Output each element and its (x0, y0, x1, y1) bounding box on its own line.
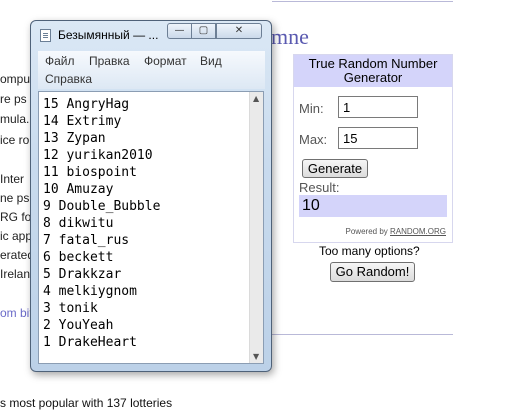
text-line: 9 Double_Bubble (43, 199, 161, 214)
notepad-window: Безымянный — ... — ▢ ✕ Файл Правка Форма… (30, 20, 272, 372)
min-label: Min: (299, 101, 324, 116)
page-bottom-text: s most popular with 137 lotteries (0, 396, 173, 410)
vertical-scrollbar[interactable]: ▲ ▼ (249, 92, 263, 363)
result-value: 10 (299, 195, 447, 217)
random-number-widget: True Random Number Generator Min: Max: G… (293, 54, 453, 243)
menu-view[interactable]: Вид (200, 54, 222, 68)
page-text-fragment: Inter (0, 172, 25, 186)
page-divider-top (272, 1, 453, 2)
page-text-fragment: ne ps (0, 191, 30, 205)
minimize-button[interactable]: — (167, 23, 192, 39)
text-line: 8 dikwitu (43, 216, 114, 231)
page-text-fragment: Irelan (0, 267, 31, 281)
menu-format[interactable]: Формат (144, 54, 187, 68)
max-label: Max: (299, 132, 328, 147)
min-input[interactable] (338, 96, 418, 118)
window-title: Безымянный — ... (58, 28, 159, 42)
text-line: 14 Extrimy (43, 114, 122, 129)
page-text-fragment: re ps (0, 92, 27, 106)
text-line: 15 AngryHag (43, 97, 130, 112)
text-line: 11 biospoint (43, 165, 137, 180)
maximize-button[interactable]: ▢ (191, 23, 216, 39)
page-text-fragment: ompu (0, 72, 31, 86)
page-text-fragment: ice ro (0, 133, 30, 147)
notepad-icon (40, 29, 51, 42)
menu-edit[interactable]: Правка (89, 54, 130, 68)
text-line: 5 Drakkzar (43, 267, 122, 282)
page-divider-bottom (272, 334, 453, 335)
scroll-down-icon[interactable]: ▼ (253, 352, 259, 361)
text-editor[interactable]: 15 AngryHag 14 Extrimy 13 Zypan 12 yurikan2… (38, 91, 264, 364)
too-many-options-text: Too many options? (319, 244, 420, 258)
text-lines: 15 AngryHag 14 Extrimy 13 Zypan 12 yurikan2… (43, 96, 160, 351)
text-line: 12 yurikan2010 (43, 148, 153, 163)
menu-help[interactable]: Справка (45, 72, 92, 86)
result-label: Result: (299, 180, 340, 195)
page-text-fragment: erated (0, 248, 35, 262)
go-random-button[interactable]: Go Random! (330, 262, 415, 282)
max-input[interactable] (338, 127, 418, 149)
text-line: 6 beckett (43, 250, 114, 265)
page-title-fragment: mne (271, 24, 309, 49)
generate-button[interactable]: Generate (302, 159, 368, 178)
text-line: 1 DrakeHeart (43, 335, 137, 350)
menu-file[interactable]: Файл (45, 54, 75, 68)
page-text-fragment: ic app (0, 229, 33, 243)
scroll-up-icon[interactable]: ▲ (253, 94, 259, 103)
powered-by-text: Powered by (345, 227, 388, 236)
text-line: 10 Amuzay (43, 182, 114, 197)
page-text-fragment: RG fo (0, 210, 32, 224)
widget-title: True Random Number Generator (294, 55, 452, 87)
text-line: 4 melkiygnom (43, 284, 137, 299)
powered-by: Powered by RANDOM.ORG (346, 227, 446, 236)
close-button[interactable]: ✕ (216, 23, 262, 39)
text-line: 2 YouYeah (43, 318, 114, 333)
text-line: 7 fatal_rus (43, 233, 130, 248)
page-text-fragment: mula. (0, 112, 30, 126)
random-org-link[interactable]: RANDOM.ORG (390, 227, 446, 236)
page-link-fragment[interactable]: om bit (0, 306, 33, 320)
text-line: 13 Zypan (43, 131, 106, 146)
menu-bar: Файл Правка Формат Вид Справка (38, 51, 265, 89)
text-line: 3 tonik (43, 301, 98, 316)
